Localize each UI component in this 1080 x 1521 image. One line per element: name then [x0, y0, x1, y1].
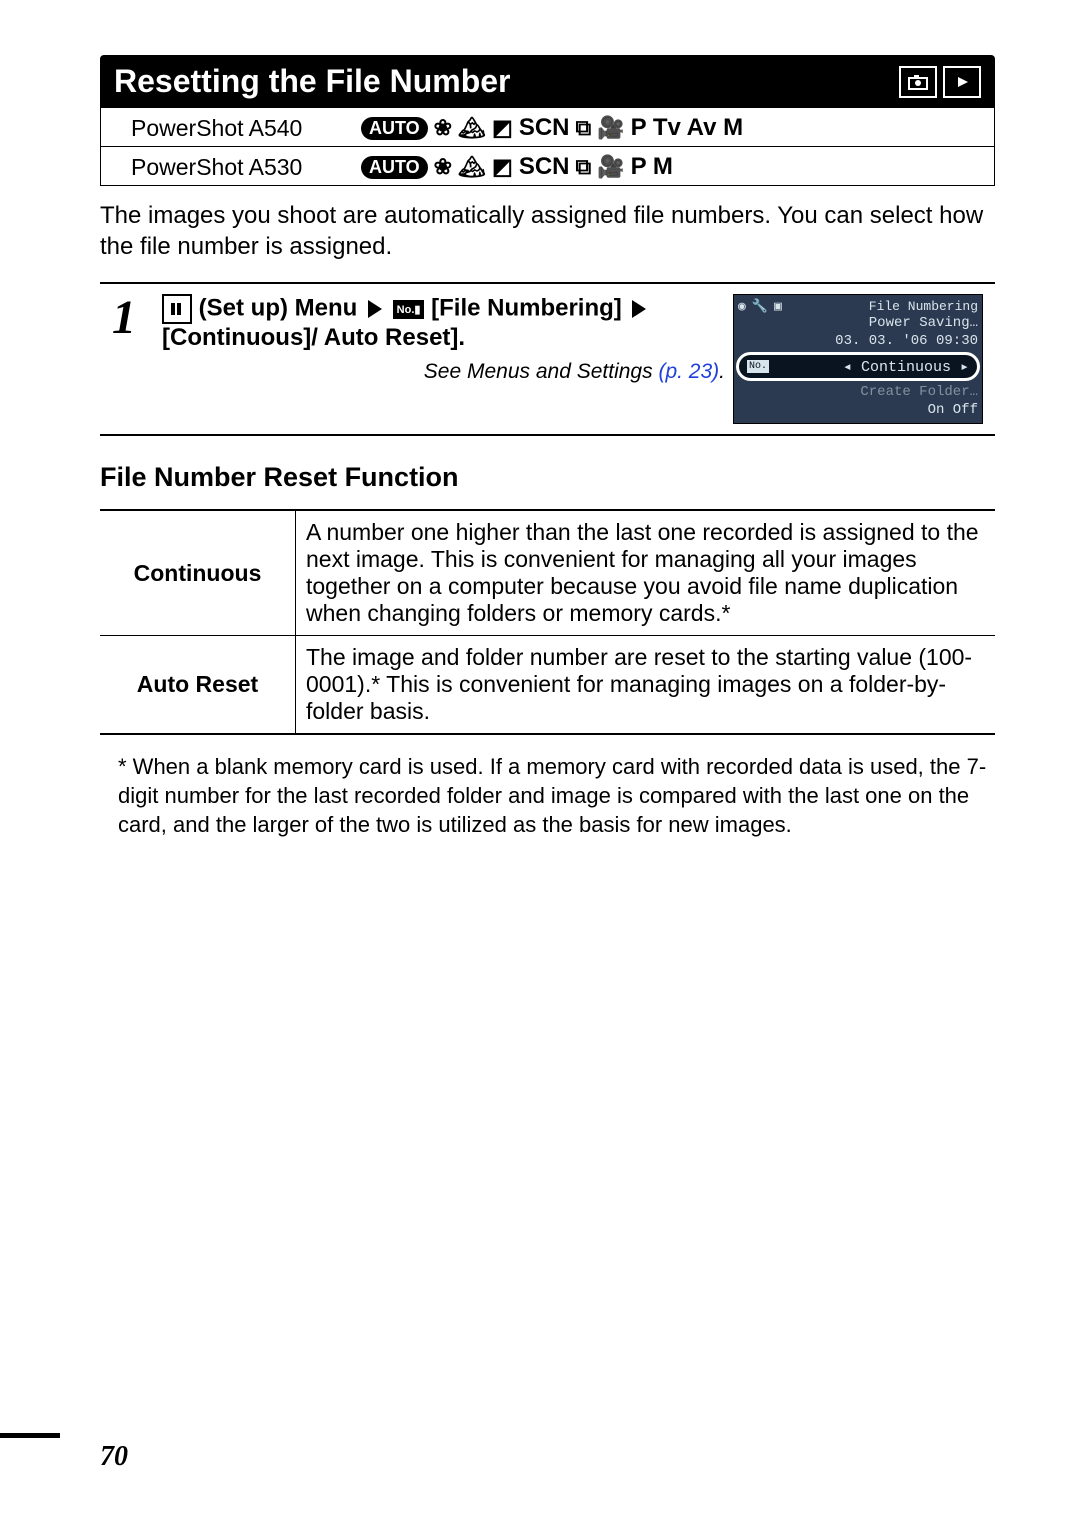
mode-strip: AUTO ❀ 🏔 ◩ SCN ⧉ 🎥 P M [361, 153, 673, 181]
play-icon [943, 66, 981, 98]
macro-icon: ❀ [434, 154, 452, 180]
lcd-row-text: 03. 03. '06 09:30 [835, 333, 978, 349]
model-row: PowerShot A530 AUTO ❀ 🏔 ◩ SCN ⧉ 🎥 P M [101, 147, 994, 185]
portrait-night-icon: ◩ [492, 154, 513, 180]
arrow-icon [632, 300, 646, 318]
mode-tail: P M [631, 153, 673, 181]
footnote: * When a blank memory card is used. If a… [118, 753, 995, 839]
movie-icon: 🎥 [597, 154, 624, 180]
scn-mode-label: SCN [519, 114, 570, 142]
step-text: (Set up) Menu [192, 295, 357, 322]
mode-strip: AUTO ❀ 🏔 ◩ SCN ⧉ 🎥 P Tv Av M [361, 114, 743, 142]
stitch-icon: ⧉ [576, 154, 592, 180]
portrait-night-icon: ◩ [492, 115, 513, 141]
lcd-tab-icon: ▣ [774, 299, 782, 314]
lcd-row-text: Create Folder… [860, 384, 978, 400]
page-number: 70 [100, 1441, 128, 1473]
table-row: Continuous A number one higher than the … [100, 510, 995, 636]
lcd-title: File Numbering [869, 299, 978, 314]
mode-tail: P Tv Av M [631, 114, 743, 142]
landscape-icon: 🏔 [458, 154, 486, 180]
lcd-row-text: Power Saving… [869, 315, 978, 331]
movie-icon: 🎥 [597, 115, 624, 141]
scn-mode-label: SCN [519, 153, 570, 181]
table-desc: A number one higher than the last one re… [296, 510, 996, 636]
setup-menu-icon [162, 294, 192, 324]
lcd-no-icon: No. [747, 360, 769, 373]
file-number-function-table: Continuous A number one higher than the … [100, 509, 995, 735]
table-label: Auto Reset [100, 636, 296, 735]
lcd-tab-icon: ◉ [738, 299, 746, 314]
macro-icon: ❀ [434, 115, 452, 141]
see-reference: See Menus and Settings (p. 23). [162, 360, 725, 384]
model-row: PowerShot A540 AUTO ❀ 🏔 ◩ SCN ⧉ 🎥 P Tv A… [101, 108, 994, 147]
table-desc: The image and folder number are reset to… [296, 636, 996, 735]
lcd-preview: ◉ 🔧 ▣ File Numbering Power Saving… 03. 0… [733, 294, 983, 424]
lcd-row-text: On Off [928, 402, 978, 418]
step-text: [Continuous]/ Auto Reset]. [162, 324, 465, 351]
step-1-block: 1 (Set up) Menu No.▮ [File Numbering] [C… [100, 282, 995, 436]
lcd-selected-row: No. ◂ Continuous ▸ [736, 352, 980, 381]
model-name: PowerShot A540 [131, 115, 361, 142]
step-body: (Set up) Menu No.▮ [File Numbering] [Con… [162, 294, 725, 424]
camera-icon [899, 66, 937, 98]
auto-mode-icon: AUTO [361, 156, 428, 179]
stitch-icon: ⧉ [576, 115, 592, 141]
title-mode-icons [899, 66, 981, 98]
table-label: Continuous [100, 510, 296, 636]
section-title-bar: Resetting the File Number [100, 55, 995, 108]
landscape-icon: 🏔 [458, 115, 486, 141]
page-ref-link[interactable]: (p. 23) [658, 360, 719, 383]
file-numbering-icon: No.▮ [393, 300, 425, 319]
lcd-tab-icon: 🔧 [752, 299, 768, 314]
step-number: 1 [112, 294, 162, 424]
model-compat-table: PowerShot A540 AUTO ❀ 🏔 ◩ SCN ⧉ 🎥 P Tv A… [100, 108, 995, 186]
model-name: PowerShot A530 [131, 154, 361, 181]
step-text: [File Numbering] [431, 295, 622, 322]
intro-paragraph: The images you shoot are automatically a… [100, 200, 995, 262]
table-row: Auto Reset The image and folder number a… [100, 636, 995, 735]
auto-mode-icon: AUTO [361, 117, 428, 140]
subsection-heading: File Number Reset Function [100, 462, 995, 493]
lcd-selected-value: Continuous [861, 359, 951, 376]
section-title: Resetting the File Number [114, 63, 511, 100]
arrow-icon [368, 300, 382, 318]
